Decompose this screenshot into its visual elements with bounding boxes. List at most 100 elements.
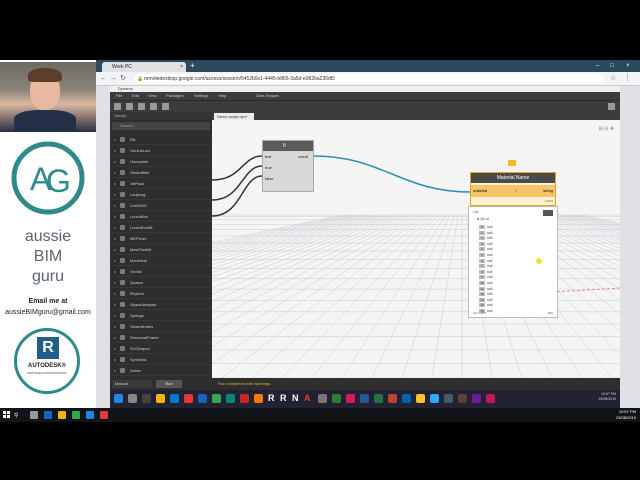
undo-icon[interactable] <box>150 103 157 110</box>
pin-icon[interactable] <box>543 210 553 216</box>
library-item[interactable]: ▸ Elk <box>110 134 212 145</box>
library-item[interactable]: ▸ Ladybug <box>110 189 212 200</box>
library-item[interactable]: ▸ StructuralFrame <box>110 332 212 343</box>
store-icon[interactable] <box>86 411 94 419</box>
library-item[interactable]: ▸ Rhythm <box>110 288 212 299</box>
library-item[interactable]: ▸ MEPover <box>110 233 212 244</box>
app-icon-blue[interactable] <box>402 394 411 403</box>
open-file-icon[interactable] <box>126 103 133 110</box>
word-icon[interactable] <box>360 394 369 403</box>
app-icon-purple[interactable] <box>472 394 481 403</box>
library-item[interactable]: ▸ Orchid <box>110 266 212 277</box>
menu-view[interactable]: View <box>148 92 157 100</box>
maximize-button[interactable]: □ <box>610 61 614 71</box>
app-icon-teal[interactable] <box>226 394 235 403</box>
app-icon-brown[interactable] <box>458 394 467 403</box>
revit-icon[interactable]: R <box>268 393 275 403</box>
new-file-icon[interactable] <box>114 103 121 110</box>
star-icon[interactable]: ☆ <box>610 74 616 84</box>
app-icon-red[interactable] <box>184 394 193 403</box>
autocad-icon[interactable]: A <box>304 393 311 403</box>
new-tab-button[interactable]: + <box>190 61 195 71</box>
minimize-button[interactable]: – <box>596 61 599 71</box>
workspace-canvas[interactable]: If test true false result Material.Name … <box>212 120 620 378</box>
browser-tab[interactable]: Work PC × <box>102 62 186 72</box>
menu-packages[interactable]: Packages <box>166 92 184 100</box>
file-explorer-icon[interactable] <box>156 394 165 403</box>
library-item[interactable]: ▸ JetPack <box>110 178 212 189</box>
redo-icon[interactable] <box>162 103 169 110</box>
back-icon[interactable]: ← <box>100 74 107 84</box>
library-search-input[interactable]: Search... <box>112 122 210 130</box>
forward-icon[interactable]: → <box>110 74 117 84</box>
app-icon-magenta[interactable] <box>486 394 495 403</box>
app-icon-red[interactable] <box>100 411 108 419</box>
app-icon-grey[interactable] <box>318 394 327 403</box>
library-item[interactable]: ▸ Honeybee <box>110 156 212 167</box>
app-icon-green[interactable] <box>332 394 341 403</box>
outlook-icon[interactable] <box>198 394 207 403</box>
menu-edit[interactable]: Edit <box>132 92 139 100</box>
port-true[interactable]: true <box>265 165 272 170</box>
node-preview-watch[interactable]: List ■ @List 0 null 1 null 2 null 3 null 4 null 5 n… <box>468 206 558 318</box>
library-item[interactable]: ▸ Steamfitter <box>110 167 212 178</box>
start-icon[interactable] <box>114 394 123 403</box>
app-icon-yellow[interactable] <box>416 394 425 403</box>
port-false[interactable]: false <box>265 176 273 181</box>
library-item[interactable]: ▸ SteamNodes <box>110 321 212 332</box>
material-name-node[interactable]: Material.Name material › string AUTO <box>470 172 556 206</box>
task-view-icon[interactable] <box>30 411 38 419</box>
library-item[interactable]: ▸ MeshToolkit <box>110 244 212 255</box>
library-item[interactable]: ▸ Quasar <box>110 277 212 288</box>
library-item[interactable]: ▸ Zebra <box>110 365 212 376</box>
app-icon-slate[interactable] <box>444 394 453 403</box>
if-node[interactable]: If test true false result <box>262 140 314 192</box>
edge-icon[interactable] <box>44 411 52 419</box>
menu-file[interactable]: File <box>116 92 122 100</box>
library-item[interactable]: ▸ SVGImport <box>110 343 212 354</box>
app-icon-orange[interactable] <box>254 394 263 403</box>
reload-icon[interactable]: ↻ <box>120 74 126 84</box>
windows-start-icon[interactable] <box>3 411 11 419</box>
task-view-icon[interactable] <box>142 394 151 403</box>
library-item[interactable]: ▸ Synthetic <box>110 354 212 365</box>
screenshot-icon[interactable] <box>608 103 615 110</box>
port-string[interactable]: string <box>543 185 553 197</box>
revit-icon-3[interactable]: N <box>292 393 299 403</box>
close-window-button[interactable]: × <box>626 61 630 71</box>
close-tab-icon[interactable]: × <box>180 62 183 72</box>
url-field[interactable]: 🔒 remotedesktop.google.com/access/sessio… <box>134 74 604 84</box>
library-item[interactable]: ▸ GeniusLoci <box>110 145 212 156</box>
acrobat-icon[interactable] <box>240 394 249 403</box>
workspace-tab[interactable]: Demo script.dyn* <box>214 113 254 120</box>
search-icon[interactable]: ⚲ <box>14 412 18 419</box>
powerpoint-icon[interactable] <box>388 394 397 403</box>
library-item[interactable]: ▸ SpaceAnalysis <box>110 299 212 310</box>
port-test[interactable]: test <box>265 154 271 159</box>
menu-dots-icon[interactable]: ⋮ <box>624 74 631 84</box>
zoom-controls[interactable]: ⊞ ⊟ ✥ <box>599 126 614 132</box>
menu-help[interactable]: Help <box>218 92 226 100</box>
menu-settings[interactable]: Settings <box>194 92 208 100</box>
edge-icon[interactable] <box>170 394 179 403</box>
app-icon-pink[interactable] <box>346 394 355 403</box>
port-result[interactable]: result <box>298 154 308 159</box>
library-item[interactable]: ▸ LinkDWG <box>110 200 212 211</box>
photoshop-icon[interactable] <box>430 394 439 403</box>
library-item[interactable]: ▸ Modelical <box>110 255 212 266</box>
save-icon[interactable] <box>138 103 145 110</box>
library-item[interactable]: ▸ LunchBoxML <box>110 222 212 233</box>
library-item[interactable]: ▸ Springs <box>110 310 212 321</box>
menu-data-shapes[interactable]: Data Shapes <box>256 92 279 100</box>
chrome-icon[interactable] <box>212 394 221 403</box>
file-explorer-icon[interactable] <box>58 411 66 419</box>
library-item[interactable]: ▸ LunchBox <box>110 211 212 222</box>
warning-icon[interactable] <box>508 160 516 166</box>
revit-icon-2[interactable]: R <box>280 393 287 403</box>
search-icon[interactable] <box>128 394 137 403</box>
run-mode-select[interactable]: Manual <box>112 380 152 388</box>
chrome-icon[interactable] <box>72 411 80 419</box>
run-button[interactable]: Run <box>156 380 182 388</box>
excel-icon[interactable] <box>374 394 383 403</box>
port-material[interactable]: material <box>473 185 487 197</box>
